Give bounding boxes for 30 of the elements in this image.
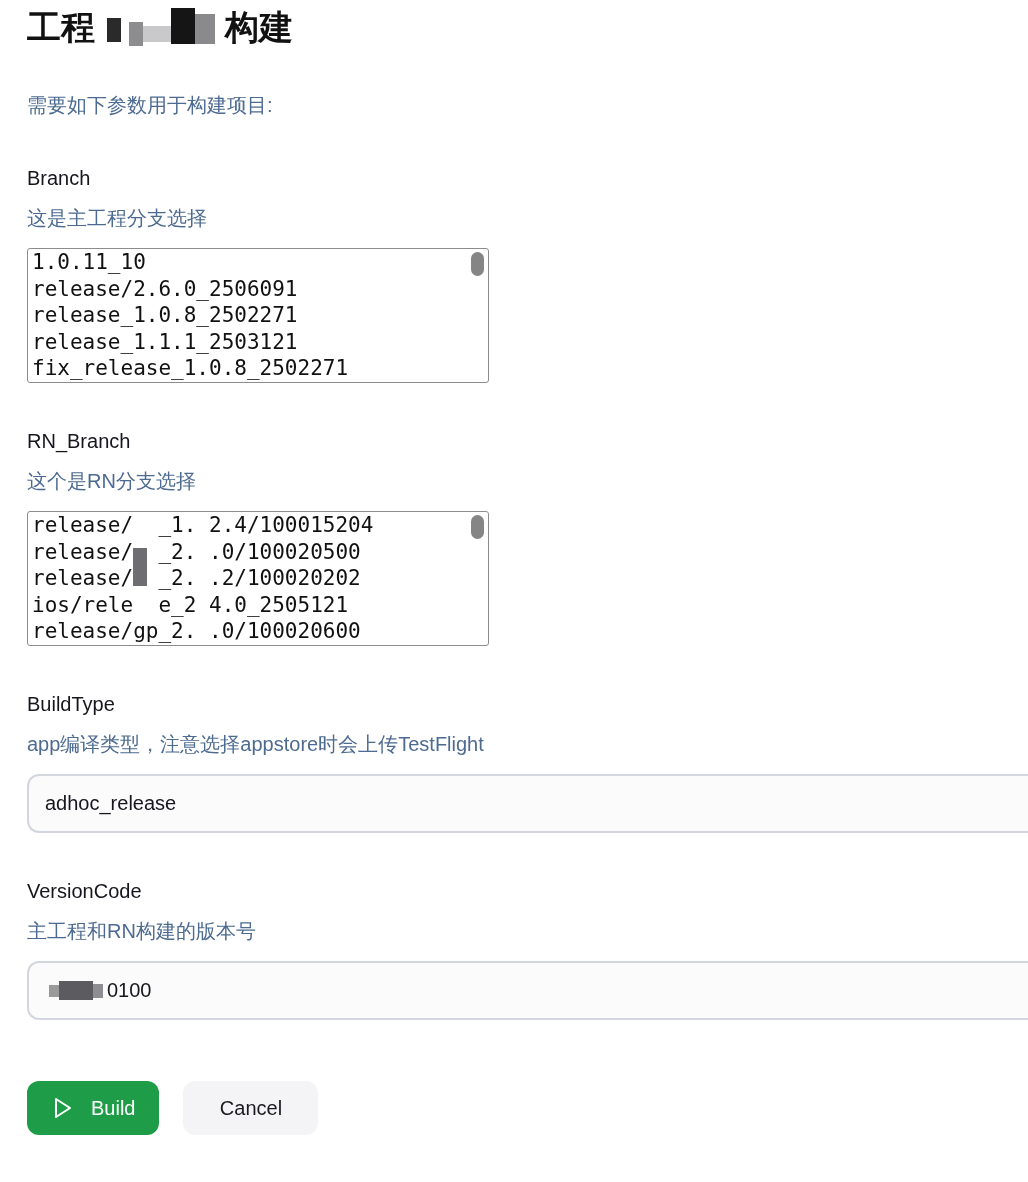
- parameter-label: RN_Branch: [27, 429, 132, 455]
- list-box[interactable]: 1.0.11_10 release/2.6.0_2506091 release_1.0.8_2502271 release_1.1.1_2503121 fix_release_1.0.8_2502271: [27, 248, 489, 383]
- parameter-description: app编译类型，注意选择appstore时会上传TestFlight: [27, 732, 485, 757]
- input-field[interactable]: 0100: [27, 961, 1028, 1020]
- list-option[interactable]: release_1.0.8_2502271: [28, 302, 488, 329]
- list-option[interactable]: 1.0.11_10: [28, 249, 488, 276]
- cancel-button[interactable]: Cancel: [183, 1081, 319, 1135]
- list-box[interactable]: release/ _1. 2.4/100015204 release/ _2. .0/100020500 release/ _2. .2/100020202 ios/rele e_2 4.0_2505121 release/gp_2. .0/100020600: [27, 511, 489, 646]
- list-option[interactable]: release/gp_2. .0/100020600: [28, 618, 488, 645]
- list-option[interactable]: release/ _2. .2/100020202: [28, 565, 488, 592]
- intro-text: 需要如下参数用于构建项目:: [27, 93, 274, 118]
- list-option[interactable]: ios/rele e_2 4.0_2505121: [28, 591, 488, 619]
- page-title: 工程: [27, 7, 95, 48]
- play-icon: [54, 1097, 72, 1119]
- list-option[interactable]: release/ _2. .0/100020500: [28, 538, 488, 566]
- parameter-label: VersionCode: [27, 879, 143, 904]
- input-field[interactable]: adhoc_release: [27, 774, 1028, 833]
- build-button[interactable]: Build: [27, 1081, 160, 1135]
- parameter-description: 这是主工程分支选择: [27, 206, 208, 231]
- parameter-description: 主工程和RN构建的版本号: [27, 919, 257, 944]
- list-option[interactable]: release_1.1.1_2503121: [28, 328, 488, 356]
- parameter-label: Branch: [27, 166, 92, 191]
- parameter-label: BuildType: [27, 692, 116, 717]
- scrollbar-thumb[interactable]: [471, 515, 484, 539]
- list-option[interactable]: fix_release_1.0.8_2502271: [28, 355, 488, 382]
- list-option[interactable]: release/ _1. 2.4/100015204: [28, 512, 488, 539]
- page-title: 构建: [225, 7, 293, 48]
- scrollbar-thumb[interactable]: [471, 252, 484, 276]
- list-option[interactable]: release/2.6.0_2506091: [28, 275, 488, 303]
- parameter-description: 这个是RN分支选择: [27, 469, 197, 494]
